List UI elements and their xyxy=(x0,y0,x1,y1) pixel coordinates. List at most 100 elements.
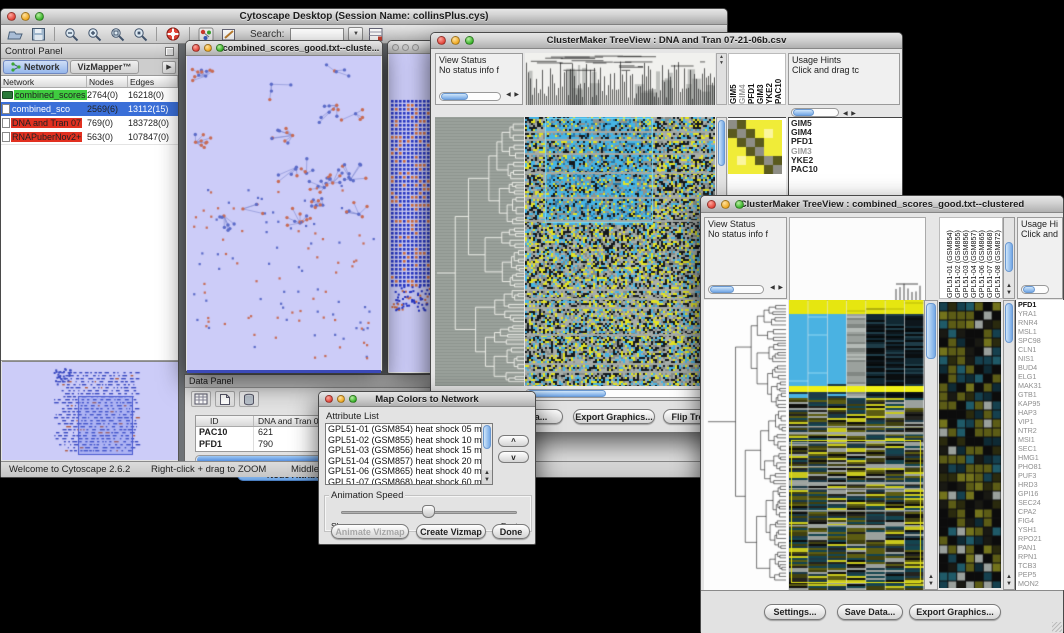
column-dendrogram-canvas[interactable] xyxy=(525,53,715,105)
move-down-button[interactable]: v xyxy=(498,451,529,463)
zoom-window-button[interactable] xyxy=(412,44,419,51)
dendrogram-scroll-strip[interactable]: ▲▼ xyxy=(716,53,727,105)
gene-label[interactable]: GPI16 xyxy=(1018,489,1064,498)
select-attributes-button[interactable] xyxy=(191,391,211,407)
zoom-heatmap-canvas[interactable] xyxy=(728,120,782,174)
zoom-out-button[interactable] xyxy=(61,26,81,43)
view-status-hscrollbar[interactable] xyxy=(708,285,764,294)
row-dendrogram-canvas[interactable] xyxy=(704,300,788,590)
column-label[interactable]: PFD1 xyxy=(747,54,756,104)
scroll-arrows[interactable]: ▲▼ xyxy=(1004,283,1014,297)
label-vscrollbar[interactable]: ▲▼ xyxy=(1003,217,1015,299)
zoom-window-button[interactable] xyxy=(216,44,224,52)
tab-overflow-button[interactable]: ▶ xyxy=(162,61,176,74)
gene-label[interactable]: HAP3 xyxy=(1018,408,1064,417)
minimize-button[interactable] xyxy=(21,12,30,21)
done-button[interactable]: Done xyxy=(492,524,530,539)
column-label[interactable]: PAC10 xyxy=(774,54,783,104)
row-dendrogram-canvas[interactable] xyxy=(435,117,524,386)
attribute-list-item[interactable]: GPL51-04 (GSM857) heat shock 20 min xyxy=(326,456,492,467)
gene-label[interactable]: ELG1 xyxy=(1018,372,1064,381)
export-graphics-button[interactable]: Export Graphics... xyxy=(909,604,1001,620)
treeview2-titlebar[interactable]: ClusterMaker TreeView : combined_scores_… xyxy=(701,196,1063,213)
column-dendrogram-canvas[interactable] xyxy=(789,217,926,301)
gene-label[interactable]: BUD4 xyxy=(1018,363,1064,372)
close-button[interactable] xyxy=(392,44,399,51)
close-button[interactable] xyxy=(7,12,16,21)
column-label[interactable]: GIM5 xyxy=(729,54,738,104)
scroll-arrows[interactable]: ◀ ▶ xyxy=(843,110,857,117)
global-heatmap-canvas[interactable] xyxy=(525,117,715,386)
scrollbar-thumb[interactable] xyxy=(793,109,814,116)
gene-label[interactable]: SEC1 xyxy=(1018,444,1064,453)
minimize-button[interactable] xyxy=(204,44,212,52)
zoom-window-button[interactable] xyxy=(349,395,357,403)
scrollbar-thumb[interactable] xyxy=(527,390,606,397)
help-button[interactable] xyxy=(163,26,183,43)
create-vizmap-button[interactable]: Create Vizmap xyxy=(416,524,486,539)
background-window-titlebar[interactable] xyxy=(388,41,433,54)
gene-label[interactable]: PFD1 xyxy=(791,136,902,145)
gene-label[interactable]: HRD3 xyxy=(1018,480,1064,489)
main-window-titlebar[interactable]: Cytoscape Desktop (Session Name: collins… xyxy=(1,9,727,25)
list-vscrollbar[interactable]: ▲▼ xyxy=(481,424,492,484)
search-input[interactable] xyxy=(290,28,344,41)
gene-label[interactable]: CLN1 xyxy=(1018,345,1064,354)
close-button[interactable] xyxy=(437,36,446,45)
gene-label[interactable]: PEP5 xyxy=(1018,570,1064,579)
zoom-window-button[interactable] xyxy=(735,200,744,209)
scrollbar-thumb[interactable] xyxy=(1023,286,1035,293)
gene-label[interactable]: GIM4 xyxy=(791,127,902,136)
id-column-header[interactable]: ID xyxy=(196,416,254,426)
slider-thumb[interactable] xyxy=(422,505,435,518)
scrollbar-thumb[interactable] xyxy=(441,93,468,100)
heatmap-vscrollbar[interactable]: ▲▼ xyxy=(924,300,938,590)
node-grid-network-canvas[interactable] xyxy=(389,54,433,372)
move-up-button[interactable]: ^ xyxy=(498,435,529,447)
gene-label[interactable]: PAN1 xyxy=(1018,543,1064,552)
scrollbar-thumb[interactable] xyxy=(710,286,734,293)
gene-label[interactable]: SEC24 xyxy=(1018,498,1064,507)
close-button[interactable] xyxy=(707,200,716,209)
network-view-canvas[interactable] xyxy=(187,56,381,373)
usage-hints-hscrollbar[interactable] xyxy=(1021,285,1049,294)
array-column-label[interactable]: GPL51-03 (GSM856) xyxy=(962,218,970,298)
scrollbar-thumb[interactable] xyxy=(483,425,491,449)
network-list-row[interactable]: combined_sco 2569(6) 13112(15) xyxy=(1,102,178,116)
gene-label[interactable]: KAP95 xyxy=(1018,399,1064,408)
network-list-row[interactable]: combined_scores 2764(0) 16218(0) xyxy=(1,88,178,102)
resize-grip[interactable] xyxy=(1052,622,1062,632)
zoom-vscrollbar[interactable]: ▲▼ xyxy=(1003,300,1015,590)
close-button[interactable] xyxy=(192,44,200,52)
zoom-fit-button[interactable] xyxy=(107,26,127,43)
attribute-list-item[interactable]: GPL51-01 (GSM854) heat shock 05 min xyxy=(326,424,492,435)
attribute-list-item[interactable]: GPL51-06 (GSM865) heat shock 40 min xyxy=(326,466,492,477)
network-list-row[interactable]: RNAPuberNov2+ 563(0) 107847(0) xyxy=(1,130,178,144)
gene-label[interactable]: GTB1 xyxy=(1018,390,1064,399)
scrollbar-thumb[interactable] xyxy=(926,303,936,359)
gene-label[interactable]: RPO21 xyxy=(1018,534,1064,543)
tab-vizmapper[interactable]: VizMapper™ xyxy=(70,60,140,74)
search-dropdown-button[interactable]: ▼ xyxy=(348,27,363,41)
scrollbar-thumb[interactable] xyxy=(718,120,725,166)
scrollbar-thumb[interactable] xyxy=(1005,242,1013,272)
gene-label[interactable]: SPC98 xyxy=(1018,336,1064,345)
gene-label[interactable]: MSL1 xyxy=(1018,327,1064,336)
column-header-nodes[interactable]: Nodes xyxy=(87,76,128,87)
minimize-button[interactable] xyxy=(721,200,730,209)
gene-label[interactable]: GIM3 xyxy=(791,146,902,155)
close-button[interactable] xyxy=(325,395,333,403)
gene-label[interactable]: HMG1 xyxy=(1018,453,1064,462)
new-attribute-button[interactable] xyxy=(215,391,235,407)
column-header-network[interactable]: Network xyxy=(1,76,87,87)
gene-label[interactable]: VIP1 xyxy=(1018,417,1064,426)
zoom-selected-button[interactable] xyxy=(130,26,150,43)
scroll-arrows[interactable]: ▲▼ xyxy=(925,574,937,588)
array-column-label[interactable]: GPL51-07 (GSM868) xyxy=(986,218,994,298)
gene-label[interactable]: CPA2 xyxy=(1018,507,1064,516)
network-window-titlebar[interactable]: combined_scores_good.txt--cluste... xyxy=(186,41,382,56)
animate-vizmap-button[interactable]: Animate Vizmap xyxy=(331,524,409,539)
scrollbar-thumb[interactable] xyxy=(1005,303,1013,343)
column-label[interactable]: GIM3 xyxy=(756,54,765,104)
gene-label[interactable]: MSI1 xyxy=(1018,435,1064,444)
